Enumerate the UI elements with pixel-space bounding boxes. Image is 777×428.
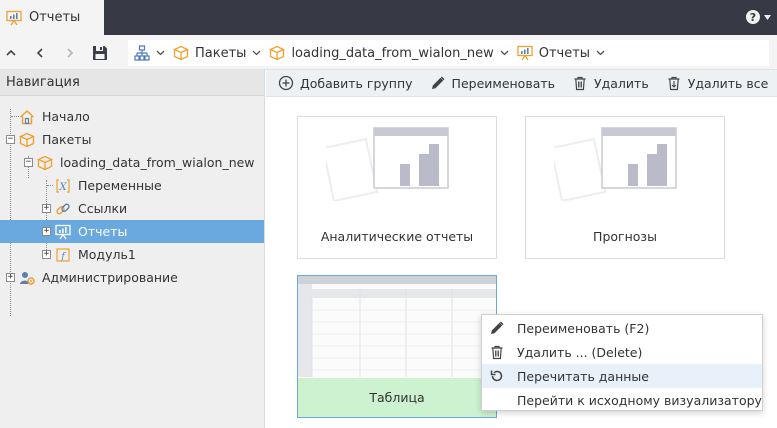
package-icon	[173, 45, 189, 61]
nav-item-variables[interactable]: X Переменные	[0, 174, 264, 197]
breadcrumb: Пакеты loading_data_from_wialon_new Отче…	[128, 40, 769, 66]
admin-icon	[19, 270, 35, 286]
expand-toggle[interactable]: +	[42, 204, 51, 213]
nav-item-administration[interactable]: + Администрирование	[0, 266, 264, 289]
collapse-toggle[interactable]: −	[24, 158, 33, 167]
chart-folder-icon	[554, 127, 682, 201]
chevron-down-icon[interactable]	[156, 50, 165, 56]
report-icon	[6, 10, 22, 26]
report-icon	[55, 224, 71, 240]
breadcrumb-label: loading_data_from_wialon_new	[291, 45, 494, 61]
breadcrumb-packages[interactable]: Пакеты	[173, 45, 261, 61]
package-icon	[269, 45, 286, 61]
hierarchy-icon	[134, 45, 150, 61]
card-label: Прогнозы	[593, 229, 657, 244]
save-icon[interactable]	[91, 44, 109, 62]
chevron-down-icon[interactable]	[764, 14, 771, 20]
toolbar: Пакеты loading_data_from_wialon_new Отче…	[0, 35, 777, 70]
breadcrumb-package-current[interactable]: loading_data_from_wialon_new	[269, 45, 509, 61]
nav-item-home[interactable]: Начало	[0, 105, 264, 128]
delete-button[interactable]: Удалить	[572, 75, 649, 91]
breadcrumb-label: Отчеты	[538, 45, 591, 61]
chevron-down-icon[interactable]	[596, 50, 605, 56]
nav-item-label: loading_data_from_wialon_new	[60, 155, 255, 170]
action-label: Переименовать	[451, 75, 556, 91]
refresh-icon	[489, 368, 505, 384]
link-icon	[55, 201, 71, 217]
pencil-icon	[430, 75, 446, 91]
card-forecasts[interactable]: Прогнозы	[525, 116, 725, 259]
expand-toggle[interactable]: +	[42, 250, 51, 259]
nav-item-label: Пакеты	[42, 132, 92, 147]
nav-item-label: Администрирование	[42, 270, 178, 285]
chevron-down-icon[interactable]	[252, 50, 261, 56]
nav-item-label: Ссылки	[78, 201, 128, 216]
tab-reports[interactable]: Отчеты	[0, 0, 104, 35]
context-menu: Переименовать (F2) Удалить ... (Delete) …	[481, 314, 763, 411]
pencil-icon	[489, 320, 505, 336]
action-label: Добавить группу	[300, 75, 413, 91]
menu-item-rename[interactable]: Переименовать (F2)	[482, 316, 762, 340]
chevron-left-icon[interactable]	[31, 44, 49, 62]
menu-item-label: Переименовать (F2)	[517, 320, 650, 336]
home-icon	[19, 109, 35, 125]
menu-item-label: Перейти к исходному визуализатору	[517, 392, 762, 408]
expand-toggle[interactable]: +	[42, 227, 51, 236]
menu-item-label: Удалить ... (Delete)	[517, 344, 643, 360]
nav-item-label: Начало	[42, 109, 90, 124]
tab-label: Отчеты	[29, 10, 81, 25]
rename-button[interactable]: Переименовать	[430, 75, 555, 91]
breadcrumb-root[interactable]	[134, 45, 165, 61]
module-icon: f	[55, 247, 71, 263]
breadcrumb-reports[interactable]: Отчеты	[517, 45, 605, 61]
nav-header: Навигация	[0, 70, 264, 96]
nav-item-package-wialon[interactable]: − loading_data_from_wialon_new	[0, 151, 264, 174]
collapse-toggle[interactable]: −	[6, 135, 15, 144]
chevron-right-icon[interactable]	[61, 44, 79, 62]
action-bar: Добавить группу Переименовать Удалить Уд…	[266, 70, 777, 97]
nav-item-packages[interactable]: − Пакеты	[0, 128, 264, 151]
expand-toggle[interactable]: +	[6, 273, 15, 282]
chart-folder-icon	[326, 127, 454, 201]
card-analytical-reports[interactable]: Аналитические отчеты	[297, 116, 497, 259]
menu-item-delete[interactable]: Удалить ... (Delete)	[482, 340, 762, 364]
package-icon	[37, 155, 53, 171]
svg-text:?: ?	[750, 11, 756, 24]
menu-item-go-to-source-visualizer[interactable]: Перейти к исходному визуализатору	[482, 388, 762, 412]
card-label: Таблица	[298, 378, 496, 417]
table-preview-icon	[298, 276, 496, 377]
menu-item-reload-data[interactable]: Перечитать данные	[482, 364, 762, 388]
package-icon	[19, 132, 35, 148]
add-circle-icon	[278, 75, 294, 91]
nav-item-links[interactable]: + Ссылки	[0, 197, 264, 220]
chevron-up-icon[interactable]	[2, 44, 20, 62]
nav-item-reports[interactable]: + Отчеты	[0, 220, 264, 243]
add-group-button[interactable]: Добавить группу	[278, 75, 413, 91]
help-menu[interactable]: ?	[745, 9, 771, 25]
nav-item-module1[interactable]: + f Модуль1	[0, 243, 264, 266]
svg-text:X: X	[58, 182, 67, 193]
navigation-panel: Навигация Начало − Пакеты − loading_data…	[0, 70, 265, 428]
nav-item-label: Отчеты	[78, 224, 128, 239]
action-label: Удалить все	[687, 75, 769, 91]
variable-icon: X	[55, 178, 71, 194]
nav-item-label: Переменные	[78, 178, 162, 193]
card-table[interactable]: Таблица	[297, 275, 497, 418]
card-label: Аналитические отчеты	[320, 229, 474, 244]
title-bar: Отчеты ?	[0, 0, 777, 35]
nav-item-label: Модуль1	[78, 247, 136, 262]
help-icon[interactable]: ?	[745, 9, 761, 25]
menu-item-label: Перечитать данные	[517, 368, 649, 384]
chevron-down-icon[interactable]	[500, 50, 509, 56]
trash-icon	[572, 75, 588, 91]
action-label: Удалить	[594, 75, 649, 91]
trash-icon	[489, 344, 505, 360]
report-icon	[517, 45, 533, 61]
trash-all-icon	[666, 75, 682, 91]
delete-all-button[interactable]: Удалить все	[666, 75, 769, 91]
breadcrumb-label: Пакеты	[195, 45, 247, 61]
